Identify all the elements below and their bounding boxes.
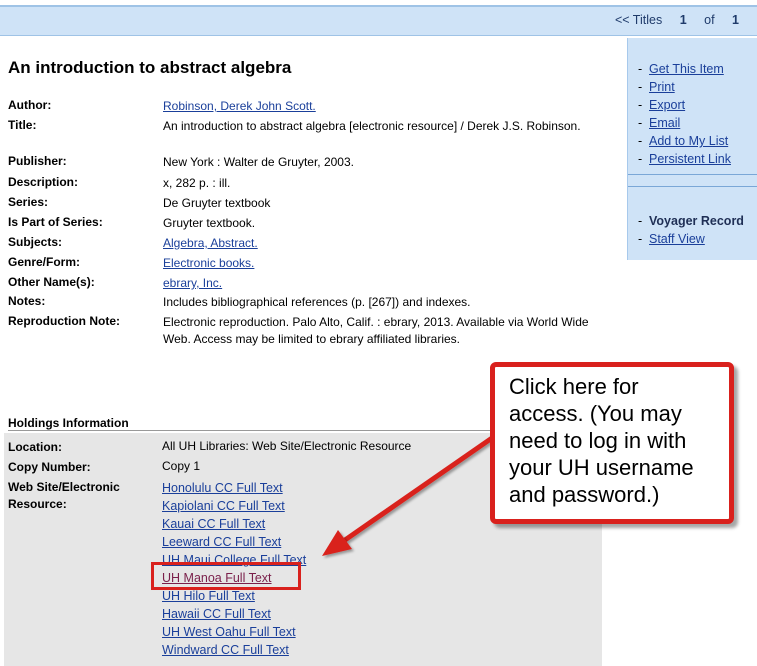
page-current: 1 (679, 13, 687, 27)
panel-divider (628, 186, 757, 187)
author-link[interactable]: Robinson, Derek John Scott. (163, 99, 316, 113)
voyager-record-item: - Voyager Record (638, 214, 744, 228)
record-views-list: - Voyager Record - Staff View (638, 212, 744, 248)
voyager-record-label: Voyager Record (649, 214, 744, 228)
get-this-item-link[interactable]: Get This Item (649, 62, 724, 76)
detail-label: Genre/Form: (8, 255, 81, 269)
detail-label: Notes: (8, 294, 46, 308)
title-pagination: << Titles 1 of 1 (615, 13, 739, 27)
record-actions-list: - Get This Item - Print - Export - Email - Ad… (638, 60, 731, 168)
copy-number-value: Copy 1 (162, 459, 201, 473)
location-label: Location: (8, 440, 62, 454)
detail-value: x, 282 p. : ill. (163, 176, 231, 190)
detail-label: Other Name(s): (8, 275, 95, 289)
detail-label: Title: (8, 118, 37, 132)
action-persistent-link: - Persistent Link (638, 152, 731, 166)
page-total: 1 (732, 13, 739, 27)
detail-value: De Gruyter textbook (163, 196, 271, 210)
honolulu-cc-link[interactable]: Honolulu CC Full Text (162, 481, 283, 495)
action-email: - Email (638, 116, 681, 130)
page-title: An introduction to abstract algebra (8, 58, 292, 77)
location-value: All UH Libraries: Web Site/Electronic Re… (162, 439, 412, 453)
detail-label: Is Part of Series: (8, 215, 103, 229)
detail-label: Description: (8, 175, 79, 189)
action-export: - Export (638, 98, 686, 112)
action-add-to-list: - Add to My List (638, 134, 729, 148)
full-text-item: Kauai CC Full Text (162, 515, 306, 533)
kapiolani-cc-link[interactable]: Kapiolani CC Full Text (162, 499, 285, 513)
access-instructions-callout: Click here for access. (You may need to … (490, 362, 734, 524)
detail-label: Author: (8, 98, 52, 112)
uh-west-oahu-link[interactable]: UH West Oahu Full Text (162, 625, 296, 639)
full-text-item: Hawaii CC Full Text (162, 605, 306, 623)
detail-value: An introduction to abstract algebra [ele… (163, 119, 581, 133)
persistent-link[interactable]: Persistent Link (649, 152, 731, 166)
detail-value: Gruyter textbook. (163, 216, 256, 230)
full-text-item: Kapiolani CC Full Text (162, 497, 306, 515)
full-text-item: Windward CC Full Text (162, 641, 306, 659)
website-label-cont: Resource: (8, 497, 67, 511)
print-link[interactable]: Print (649, 80, 675, 94)
genre-link[interactable]: Electronic books. (163, 256, 254, 270)
copy-number-label: Copy Number: (8, 460, 91, 474)
full-text-item: UH West Oahu Full Text (162, 623, 306, 641)
leeward-cc-link[interactable]: Leeward CC Full Text (162, 535, 281, 549)
staff-view-link[interactable]: Staff View (649, 232, 705, 246)
windward-cc-link[interactable]: Windward CC Full Text (162, 643, 289, 657)
uh-hilo-link[interactable]: UH Hilo Full Text (162, 589, 255, 603)
page-of-label: of (704, 13, 715, 27)
subject-link[interactable]: Algebra, Abstract. (163, 236, 258, 250)
detail-label: Series: (8, 195, 49, 209)
export-link[interactable]: Export (649, 98, 685, 112)
detail-label: Reproduction Note: (8, 314, 120, 328)
back-to-titles-link[interactable]: << Titles (615, 13, 662, 27)
hawaii-cc-link[interactable]: Hawaii CC Full Text (162, 607, 271, 621)
detail-value: Electronic reproduction. Palo Alto, Cali… (163, 315, 589, 346)
detail-value: Includes bibliographical references (p. … (163, 295, 471, 309)
panel-divider (628, 174, 757, 175)
detail-label: Subjects: (8, 235, 63, 249)
record-actions-panel: - Get This Item - Print - Export - Email - Ad… (627, 38, 757, 260)
add-to-my-list-link[interactable]: Add to My List (649, 134, 728, 148)
full-text-item: Honolulu CC Full Text (162, 479, 306, 497)
other-name-link[interactable]: ebrary, Inc. (163, 276, 222, 290)
detail-label: Publisher: (8, 154, 67, 168)
full-text-item: Leeward CC Full Text (162, 533, 306, 551)
kauai-cc-link[interactable]: Kauai CC Full Text (162, 517, 265, 531)
top-navigation-bar: << Titles 1 of 1 (0, 5, 757, 36)
action-print: - Print (638, 80, 675, 94)
detail-value: New York : Walter de Gruyter, 2003. (163, 155, 354, 169)
manoa-highlight-box (151, 562, 301, 590)
email-link[interactable]: Email (649, 116, 680, 130)
staff-view-item: - Staff View (638, 232, 705, 246)
action-get-this-item: - Get This Item (638, 62, 724, 76)
website-label: Web Site/Electronic (8, 480, 120, 494)
